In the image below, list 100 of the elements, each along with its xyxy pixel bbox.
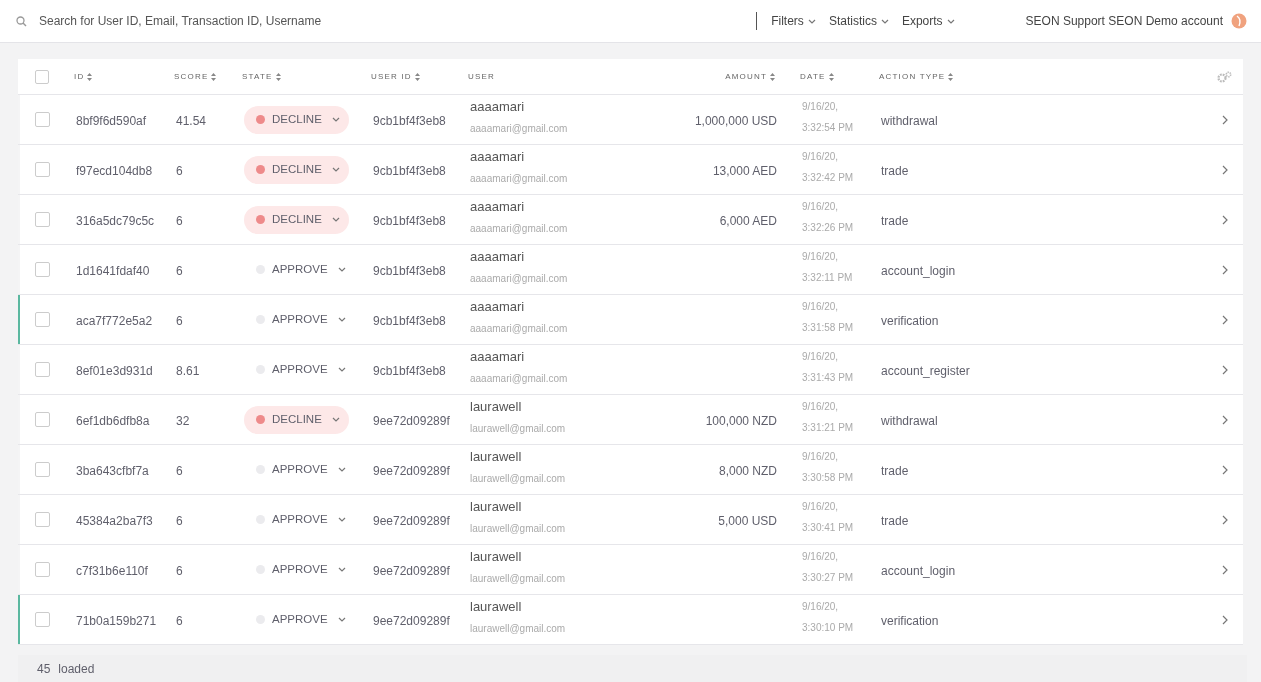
user-id: 9cb1bf4f3eb8 <box>373 313 446 328</box>
row-checkbox[interactable] <box>35 362 50 377</box>
amount-value: 1,000,000 USD <box>694 113 777 128</box>
column-header[interactable]: DATE <box>800 70 834 83</box>
username: laurawell <box>470 448 523 467</box>
row-checkbox[interactable] <box>35 412 50 427</box>
chevron-down-icon <box>331 117 340 122</box>
menu-dropdown[interactable]: Filters <box>771 12 816 30</box>
column-header[interactable]: STATE <box>242 70 281 83</box>
row-checkbox[interactable] <box>35 262 50 277</box>
row-checkbox[interactable] <box>35 212 50 227</box>
chevron-right-icon[interactable] <box>1221 114 1228 125</box>
state-dropdown[interactable]: DECLINE <box>244 205 349 234</box>
user-id: 9cb1bf4f3eb8 <box>373 363 446 378</box>
score-value: 6 <box>176 563 183 578</box>
user-email: aaaamari@gmail.com <box>470 271 569 286</box>
time-text: 3:32:11 PM <box>802 270 854 285</box>
action-type: verification <box>881 313 939 328</box>
score-value: 6 <box>176 463 183 478</box>
row-checkbox[interactable] <box>35 162 50 177</box>
action-type: trade <box>881 163 909 178</box>
action-type: withdrawal <box>881 113 938 128</box>
chevron-right-icon[interactable] <box>1221 164 1228 175</box>
transaction-id: 3ba643cfbf7a <box>76 463 149 478</box>
column-header[interactable]: USER ID <box>371 70 420 83</box>
amount-value: 13,000 AED <box>712 163 777 178</box>
amount-value: 8,000 NZD <box>718 463 777 478</box>
chevron-down-icon <box>807 18 816 24</box>
sort-icon <box>948 72 954 81</box>
score-value: 6 <box>176 313 183 328</box>
transaction-id: 6ef1db6dfb8a <box>76 413 150 428</box>
state-dropdown[interactable]: DECLINE <box>244 155 349 184</box>
date-text: 9/16/20, <box>802 149 840 164</box>
state-dropdown[interactable]: APPROVE <box>244 255 349 284</box>
account-name[interactable]: SEON Support SEON Demo account <box>1025 12 1223 30</box>
state-dropdown[interactable]: APPROVE <box>244 355 349 384</box>
user-email: aaaamari@gmail.com <box>470 221 569 236</box>
chevron-right-icon[interactable] <box>1221 314 1228 325</box>
user-email: aaaamari@gmail.com <box>470 371 569 386</box>
time-text: 3:30:41 PM <box>802 520 855 535</box>
loaded-count: 45 <box>37 660 51 678</box>
username: aaaamari <box>470 248 526 267</box>
menu-dropdown[interactable]: Statistics <box>828 12 889 30</box>
state-dropdown[interactable]: APPROVE <box>244 505 349 534</box>
state-dropdown[interactable]: APPROVE <box>244 605 349 634</box>
column-header[interactable]: SCORE <box>174 70 217 83</box>
user-email: laurawell@gmail.com <box>470 471 567 486</box>
username: laurawell <box>470 398 523 417</box>
username: laurawell <box>470 498 523 517</box>
chevron-right-icon[interactable] <box>1221 514 1228 525</box>
chevron-right-icon[interactable] <box>1221 414 1228 425</box>
state-dropdown[interactable]: DECLINE <box>244 405 349 434</box>
chevron-down-icon <box>337 617 346 622</box>
time-text: 3:30:10 PM <box>802 620 855 635</box>
user-email: aaaamari@gmail.com <box>470 321 569 336</box>
score-value: 6 <box>176 513 183 528</box>
chevron-right-icon[interactable] <box>1221 364 1228 375</box>
row-checkbox[interactable] <box>35 112 50 127</box>
loaded-label: loaded <box>58 660 95 678</box>
date-text: 9/16/20, <box>802 199 840 214</box>
row-checkbox[interactable] <box>35 462 50 477</box>
column-header[interactable]: ID <box>74 70 93 83</box>
user-id: 9cb1bf4f3eb8 <box>373 163 446 178</box>
chevron-right-icon[interactable] <box>1221 214 1228 225</box>
transaction-id: 8ef01e3d931d <box>76 363 153 378</box>
date-text: 9/16/20, <box>802 499 840 514</box>
select-all-checkbox[interactable] <box>35 69 49 84</box>
state-dropdown[interactable]: DECLINE <box>244 105 349 134</box>
state-dropdown[interactable]: APPROVE <box>244 555 349 584</box>
time-text: 3:30:58 PM <box>802 470 855 485</box>
sort-icon <box>770 72 775 81</box>
transaction-id: 8bf9f6d590af <box>76 113 147 128</box>
chevron-right-icon[interactable] <box>1221 564 1228 575</box>
state-dropdown[interactable]: APPROVE <box>244 305 349 334</box>
chevron-down-icon <box>880 18 889 24</box>
column-header[interactable]: ACTION TYPE <box>879 70 954 83</box>
date-text: 9/16/20, <box>802 399 840 414</box>
date-text: 9/16/20, <box>802 549 840 564</box>
chevron-right-icon[interactable] <box>1221 614 1228 625</box>
state-dropdown[interactable]: APPROVE <box>244 455 349 484</box>
row-checkbox[interactable] <box>35 562 50 577</box>
chevron-down-icon <box>337 567 346 572</box>
user-id: 9ee72d09289f <box>373 513 450 528</box>
menu-dropdown[interactable]: Exports <box>901 12 955 30</box>
column-header[interactable]: AMOUNT <box>725 70 775 83</box>
search-field[interactable]: Search for User ID, Email, Transaction ID, Username <box>39 12 757 30</box>
user-id: 9ee72d09289f <box>373 563 450 578</box>
chevron-right-icon[interactable] <box>1221 464 1228 475</box>
amount-value: 5,000 USD <box>718 513 777 528</box>
time-text: 3:32:26 PM <box>802 220 855 235</box>
user-email: aaaamari@gmail.com <box>470 121 569 136</box>
row-checkbox[interactable] <box>35 312 50 327</box>
row-checkbox[interactable] <box>35 512 50 527</box>
action-type: account_login <box>881 563 956 578</box>
settings-icon[interactable] <box>1217 70 1232 83</box>
row-checkbox[interactable] <box>35 612 50 627</box>
score-value: 41.54 <box>176 113 207 128</box>
transaction-id: f97ecd104db8 <box>76 163 153 178</box>
chevron-right-icon[interactable] <box>1221 264 1228 275</box>
score-value: 8.61 <box>176 363 200 378</box>
